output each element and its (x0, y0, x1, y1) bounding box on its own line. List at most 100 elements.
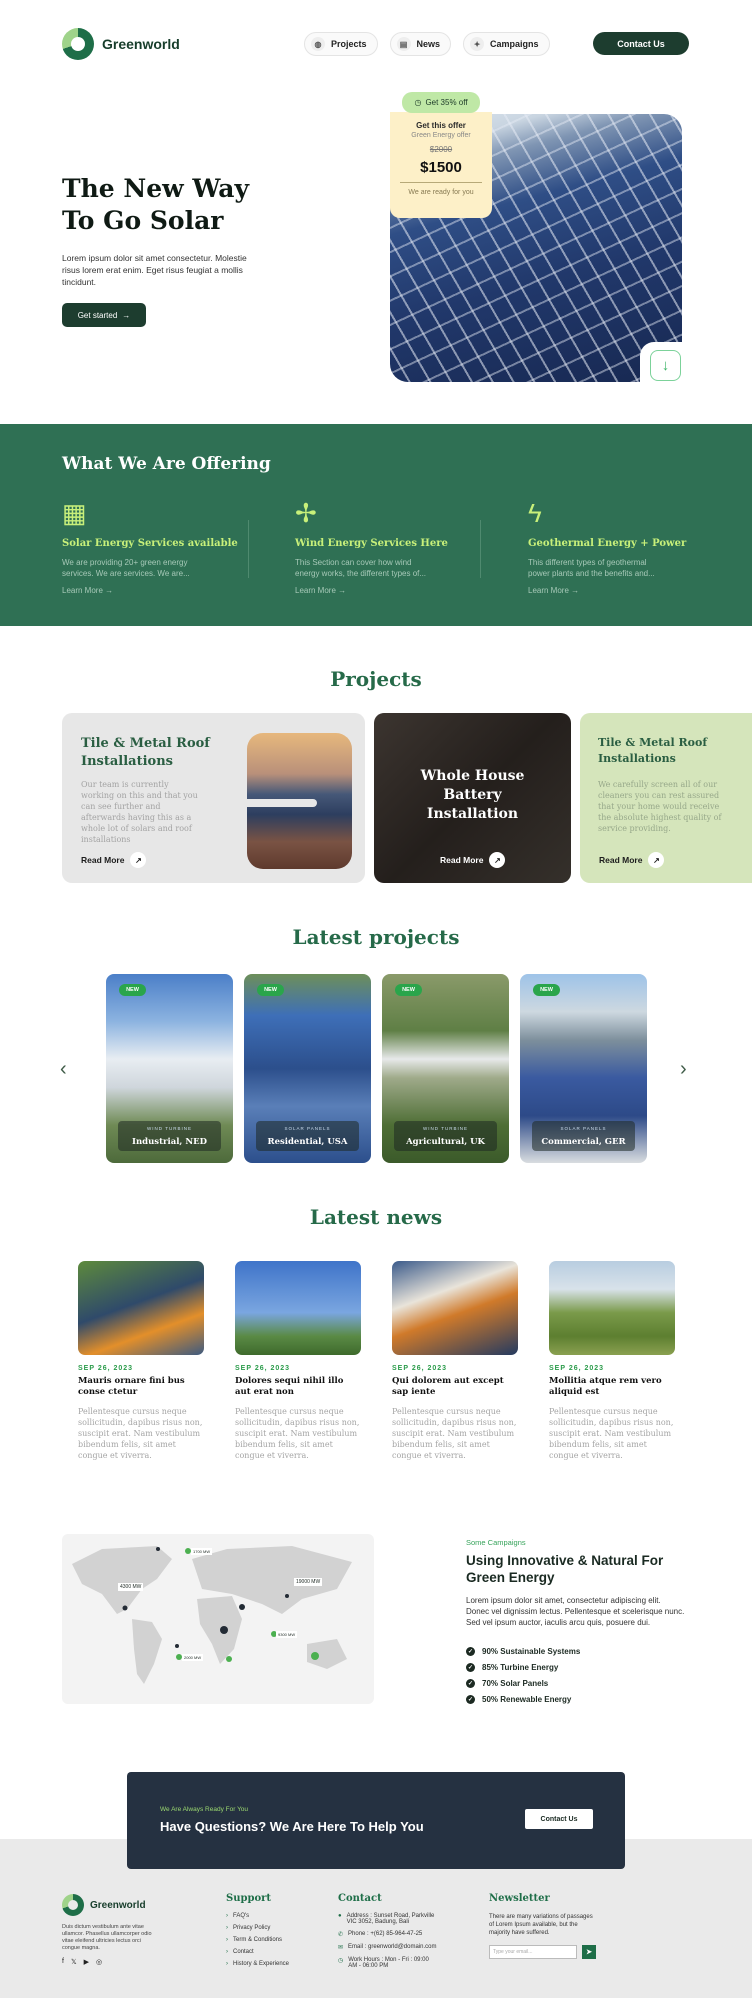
campaigns-title: Using Innovative & Natural For Green Ene… (466, 1553, 664, 1585)
social-links: f 𝕏 ▶ ◎ (62, 1958, 102, 1966)
footer-link[interactable]: › History & Experience (226, 1961, 289, 1967)
cta-subtitle: We Are Always Ready For You (160, 1806, 249, 1813)
latest-project-card[interactable]: NEW SOLAR PANELS Commercial, GER (520, 974, 647, 1163)
arrow-up-right-icon: ↗ (130, 852, 147, 868)
world-map: 4300 MW 19000 MW 1700 MW 9300 MW 2000 MW (62, 1534, 374, 1704)
news-card[interactable]: SEP 26, 2023 Qui dolorem aut except sap … (392, 1261, 518, 1461)
contact-us-button[interactable]: Contact Us (593, 32, 689, 55)
brand-logo[interactable]: Greenworld (62, 28, 180, 60)
latest-project-card[interactable]: NEW WIND TURBINE Agricultural, UK (382, 974, 509, 1163)
cta-contact-button[interactable]: Contact Us (525, 1809, 593, 1829)
phone-icon: ✆ (338, 1932, 344, 1938)
footer-description: Duis dictum vestibulum ante vitae ullamc… (62, 1924, 152, 1951)
stat-item: ✓ 70% Solar Panels (466, 1679, 549, 1688)
footer-link[interactable]: › Privacy Policy (226, 1925, 289, 1931)
nav-projects[interactable]: ◍ Projects (304, 32, 378, 56)
latest-project-card[interactable]: NEW WIND TURBINE Industrial, NED (106, 974, 233, 1163)
megaphone-icon: ✦ (470, 37, 485, 51)
campaign-stats: ✓ 90% Sustainable Systems ✓ 85% Turbine En… (466, 1647, 580, 1711)
news-image (235, 1261, 361, 1355)
nav-news[interactable]: ▤ News (389, 32, 452, 56)
newsletter-email-input[interactable]: Type your email... (489, 1945, 577, 1959)
stat-item: ✓ 85% Turbine Energy (466, 1663, 559, 1672)
check-icon: ✓ (466, 1679, 475, 1688)
arrow-down-icon: ↓ (661, 357, 670, 374)
newsletter-form: Type your email... ➤ (489, 1945, 596, 1959)
projects-title: Projects (330, 667, 422, 691)
lightning-icon: ϟ (528, 498, 542, 528)
footer-phone[interactable]: ✆ Phone : +(62) 85-964-47-25 (338, 1931, 438, 1938)
cta-banner: We Are Always Ready For You Have Questio… (127, 1772, 625, 1869)
footer-link[interactable]: › Term & Conditions (226, 1937, 289, 1943)
footer-contact: Contact ● Address : Sunset Road, Parkvill… (338, 1893, 438, 1969)
footer-support: Support › FAQ's › Privacy Policy › Term & C… (226, 1893, 290, 1967)
read-more-button[interactable]: Read More ↗ (599, 852, 665, 868)
arrow-up-right-icon: ↗ (489, 852, 506, 868)
map-label: 2000 MW (182, 1654, 204, 1661)
news-card[interactable]: SEP 26, 2023 Dolores sequi nihil illo au… (235, 1261, 361, 1461)
footer-link[interactable]: › FAQ's (226, 1913, 289, 1919)
map-label: 9300 MW (276, 1631, 298, 1638)
service-solar: ▦ Solar Energy Services available We are… (62, 498, 252, 595)
nav-campaigns[interactable]: ✦ Campaigns (463, 32, 550, 56)
footer-hours: ◷ Work Hours : Mon - Fri : 09:00 AM - 06:… (338, 1957, 429, 1969)
mail-icon: ✉ (338, 1945, 344, 1951)
learn-more-link[interactable]: Learn More → (62, 586, 252, 595)
carousel-next-button[interactable]: › (680, 1058, 687, 1081)
project-card[interactable]: Whole House Battery Installation Read Mo… (374, 713, 571, 883)
offering-section: What We Are Offering ▦ Solar Energy Serv… (0, 424, 752, 626)
footer-link[interactable]: › Contact (226, 1949, 289, 1955)
map-pin-icon: ● (338, 1913, 342, 1919)
footer-email[interactable]: ✉ Email : greenworld@domain.com (338, 1944, 438, 1951)
offer-price: $1500 (400, 159, 482, 183)
arrow-right-icon: → (122, 310, 131, 320)
world-map-graphic (72, 1546, 352, 1684)
newspaper-icon: ▤ (396, 37, 411, 51)
news-image (392, 1261, 518, 1355)
latest-project-card[interactable]: NEW SOLAR PANELS Residential, USA (244, 974, 371, 1163)
instagram-icon[interactable]: ◎ (96, 1958, 102, 1966)
globe-icon: ◍ (311, 37, 325, 51)
carousel-prev-button[interactable]: ‹ (60, 1058, 67, 1081)
x-icon[interactable]: 𝕏 (71, 1958, 77, 1966)
clock-icon: ◷ (414, 98, 422, 107)
campaigns-text: Lorem ipsum dolor sit amet, consectetur … (466, 1596, 685, 1627)
service-geothermal: ϟ Geothermal Energy + Power This differe… (528, 498, 718, 595)
check-icon: ✓ (466, 1647, 475, 1656)
learn-more-link[interactable]: Learn More → (528, 586, 718, 595)
offering-title: What We Are Offering (62, 454, 271, 474)
campaigns-subtitle: Some Campaigns (466, 1538, 526, 1547)
new-badge: NEW (257, 984, 284, 996)
arrow-up-right-icon: ↗ (648, 852, 665, 868)
new-badge: NEW (119, 984, 146, 996)
get-started-button[interactable]: Get started → (62, 303, 146, 327)
wind-turbine-icon: ✢ (295, 498, 317, 528)
scroll-down-button[interactable]: ↓ (650, 350, 681, 381)
news-card[interactable]: SEP 26, 2023 Mauris ornare fini bus cons… (78, 1261, 204, 1461)
project-card[interactable]: Tile & Metal Roof Installations We caref… (580, 713, 752, 883)
news-image (78, 1261, 204, 1355)
brand-name: Greenworld (102, 36, 180, 52)
map-label: 1700 MW (191, 1548, 213, 1555)
check-icon: ✓ (466, 1695, 475, 1704)
read-more-button[interactable]: Read More ↗ (81, 852, 147, 868)
news-card[interactable]: SEP 26, 2023 Mollitia atque rem vero ali… (549, 1261, 675, 1461)
logo-icon (62, 28, 94, 60)
solar-panel-icon: ▦ (62, 498, 87, 528)
stat-item: ✓ 50% Renewable Energy (466, 1695, 572, 1704)
send-icon[interactable]: ➤ (582, 1945, 596, 1959)
news-image (549, 1261, 675, 1355)
footer-logo[interactable]: Greenworld (62, 1894, 146, 1916)
hero-text: Lorem ipsum dolor sit amet consectetur. … (62, 253, 247, 287)
new-badge: NEW (395, 984, 422, 996)
offer-note: We are ready for you (408, 189, 474, 196)
facebook-icon[interactable]: f (62, 1958, 64, 1966)
learn-more-link[interactable]: Learn More → (295, 586, 485, 595)
project-card[interactable]: Tile & Metal Roof Installations Our team… (62, 713, 365, 883)
logo-icon (62, 1894, 84, 1916)
latest-news-title: Latest news (309, 1205, 443, 1229)
offer-tag: ◷ Get 35% off (402, 92, 480, 113)
read-more-button[interactable]: Read More ↗ (440, 852, 506, 868)
offer-old-price: $2000 (429, 145, 453, 154)
youtube-icon[interactable]: ▶ (84, 1958, 89, 1966)
